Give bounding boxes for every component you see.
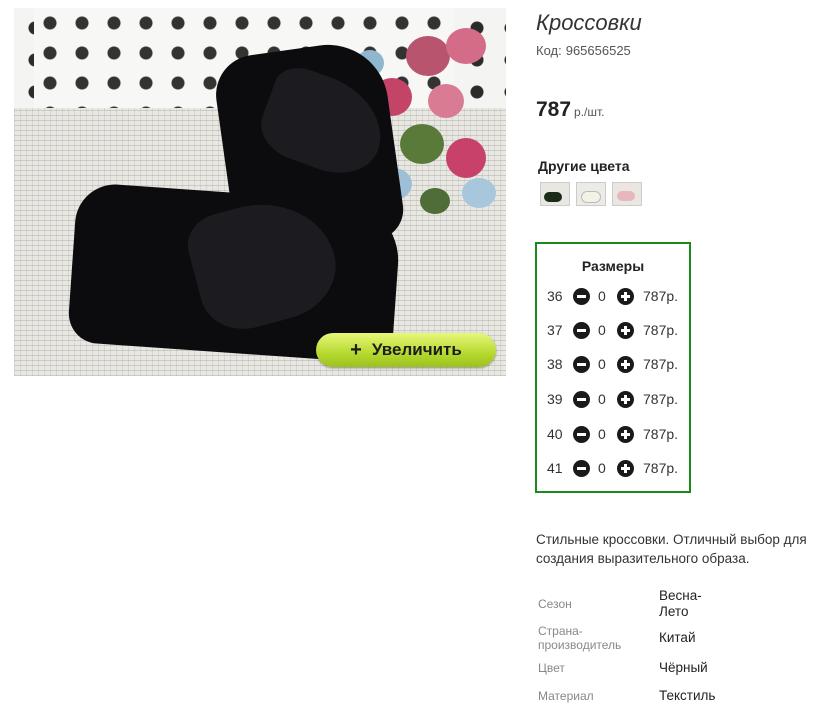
size-quantity: 0 <box>598 288 606 304</box>
size-quantity: 0 <box>598 460 606 476</box>
spec-label: Сезон <box>538 597 572 611</box>
size-value: 36 <box>547 288 563 304</box>
product-page: + Увеличить Кроссовки Код: 965656525 787 р… <box>0 0 824 713</box>
spec-label: Цвет <box>538 661 565 675</box>
size-value: 37 <box>547 322 563 338</box>
spec-value: Текстиль <box>659 688 716 703</box>
size-value: 39 <box>547 391 563 407</box>
minus-icon[interactable] <box>573 322 590 339</box>
plus-icon: + <box>350 338 362 361</box>
product-code-value: 965656525 <box>565 43 631 58</box>
size-quantity: 0 <box>598 322 606 338</box>
color-swatch-pink[interactable] <box>612 182 642 206</box>
other-colors-title: Другие цвета <box>538 158 630 174</box>
plus-icon[interactable] <box>617 322 634 339</box>
size-price: 787р. <box>643 288 679 304</box>
plus-icon[interactable] <box>617 356 634 373</box>
plus-icon[interactable] <box>617 391 634 408</box>
size-price: 787р. <box>643 322 679 338</box>
minus-icon[interactable] <box>573 288 590 305</box>
size-row: 41 0 787р. <box>537 459 689 479</box>
size-quantity: 0 <box>598 426 606 442</box>
product-price: 787 р./шт. <box>536 98 605 122</box>
price-unit: р./шт. <box>574 105 605 119</box>
sizes-title: Размеры <box>581 258 645 274</box>
zoom-label: Увеличить <box>371 340 462 359</box>
spec-label: Материал <box>538 689 594 703</box>
sizes-panel: Размеры 36 0 787р. 37 0 787р. 38 0 787р.… <box>535 242 691 493</box>
size-value: 41 <box>547 460 563 476</box>
size-row: 36 0 787р. <box>537 287 689 307</box>
size-quantity: 0 <box>598 391 606 407</box>
price-amount: 787 <box>536 98 572 121</box>
size-row: 38 0 787р. <box>537 355 689 375</box>
size-row: 40 0 787р. <box>537 425 689 445</box>
size-value: 40 <box>547 426 563 442</box>
minus-icon[interactable] <box>573 460 590 477</box>
plus-icon[interactable] <box>617 426 634 443</box>
color-swatch-black[interactable] <box>540 182 570 206</box>
size-row: 39 0 787р. <box>537 390 689 410</box>
zoom-button[interactable]: + Увеличить <box>316 333 496 367</box>
size-price: 787р. <box>643 391 679 407</box>
size-price: 787р. <box>643 460 679 476</box>
spec-value: Чёрный <box>659 660 708 675</box>
color-swatch-white[interactable] <box>576 182 606 206</box>
minus-icon[interactable] <box>573 391 590 408</box>
minus-icon[interactable] <box>573 426 590 443</box>
product-code-label: Код: <box>536 43 562 58</box>
minus-icon[interactable] <box>573 356 590 373</box>
size-price: 787р. <box>643 426 679 442</box>
product-description: Стильные кроссовки. Отличный выбор для с… <box>536 532 807 566</box>
product-photo[interactable]: + Увеличить <box>14 8 506 376</box>
size-price: 787р. <box>643 356 679 372</box>
size-quantity: 0 <box>598 356 606 372</box>
color-swatches <box>540 182 642 206</box>
spec-value: Весна-Лето <box>659 588 702 619</box>
product-code: Код: 965656525 <box>536 43 631 58</box>
spec-value: Китай <box>659 630 696 645</box>
plus-icon[interactable] <box>617 288 634 305</box>
size-value: 38 <box>547 356 563 372</box>
plus-icon[interactable] <box>617 460 634 477</box>
spec-label: Страна-производитель <box>538 624 622 652</box>
size-row: 37 0 787р. <box>537 321 689 341</box>
product-title: Кроссовки <box>536 10 642 35</box>
